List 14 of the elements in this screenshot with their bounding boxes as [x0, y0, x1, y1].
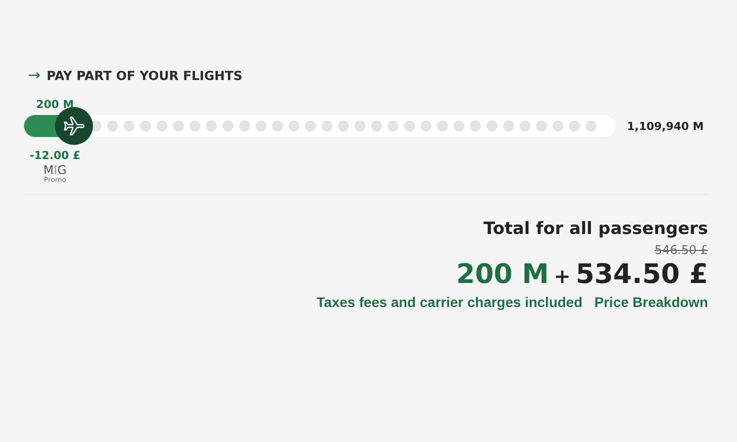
plus-sign: +: [554, 264, 571, 288]
total-price: 534.50 £: [576, 259, 708, 290]
arrow-icon: →: [28, 66, 41, 84]
price-breakdown-link[interactable]: Price Breakdown: [594, 294, 708, 310]
old-price: 546.50 £: [654, 243, 708, 257]
miles-amount: 200 M: [456, 259, 549, 290]
taxes-note: Taxes fees and carrier charges included: [316, 294, 582, 310]
slider-value: 200 M: [36, 98, 74, 111]
section-title: PAY PART OF YOUR FLIGHTS: [46, 68, 242, 82]
slider-max-label: 1,109,940 M: [627, 120, 704, 132]
slider-thumb[interactable]: [55, 107, 94, 145]
slider-track[interactable]: [24, 115, 615, 137]
total-heading: Total for all passengers: [484, 219, 708, 239]
discount-amount: -12.00 £: [30, 149, 80, 162]
